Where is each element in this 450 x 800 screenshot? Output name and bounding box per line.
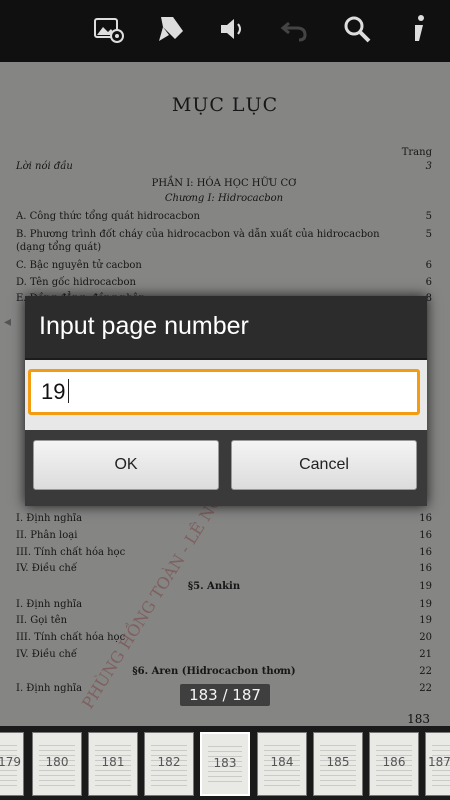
page-number-dialog: Input page number 19 OK Cancel	[25, 296, 427, 506]
undo-button[interactable]	[264, 0, 326, 62]
volume-icon	[217, 13, 249, 49]
thumbnail[interactable]: 184	[257, 732, 307, 796]
thumbnail[interactable]: 187	[425, 732, 450, 796]
volume-button[interactable]	[202, 0, 264, 62]
chevron-left-icon[interactable]: ◂	[4, 314, 26, 354]
bookmark-button[interactable]	[140, 0, 202, 62]
thumbnail[interactable]: 180	[32, 732, 82, 796]
page-number-value: 19	[41, 379, 66, 404]
thumbnail-current[interactable]: 183	[200, 732, 250, 796]
dialog-button-bar: OK Cancel	[25, 430, 427, 506]
search-button[interactable]	[326, 0, 388, 62]
dialog-body: 19	[25, 360, 427, 440]
thumbnail[interactable]: 179	[0, 732, 24, 796]
thumbnail[interactable]: 185	[313, 732, 363, 796]
text-caret	[68, 379, 70, 403]
search-icon	[341, 13, 373, 49]
info-icon	[403, 13, 435, 49]
thumbnail[interactable]: 181	[88, 732, 138, 796]
thumbnail[interactable]: 186	[369, 732, 419, 796]
top-toolbar	[0, 0, 450, 62]
info-button[interactable]	[388, 0, 450, 62]
image-settings-icon	[93, 13, 125, 49]
bookmark-icon	[155, 13, 187, 49]
dialog-title: Input page number	[39, 312, 249, 340]
undo-icon	[279, 13, 311, 49]
cancel-button[interactable]: Cancel	[231, 440, 417, 490]
thumbnail-strip[interactable]: 179 180 181 182 183 184 185 186 187	[0, 726, 450, 800]
page-number-input[interactable]: 19	[28, 369, 420, 415]
thumbnail[interactable]: 182	[144, 732, 194, 796]
image-settings-button[interactable]	[78, 0, 140, 62]
ok-button[interactable]: OK	[33, 440, 219, 490]
page-indicator: 183 / 187	[180, 684, 270, 706]
